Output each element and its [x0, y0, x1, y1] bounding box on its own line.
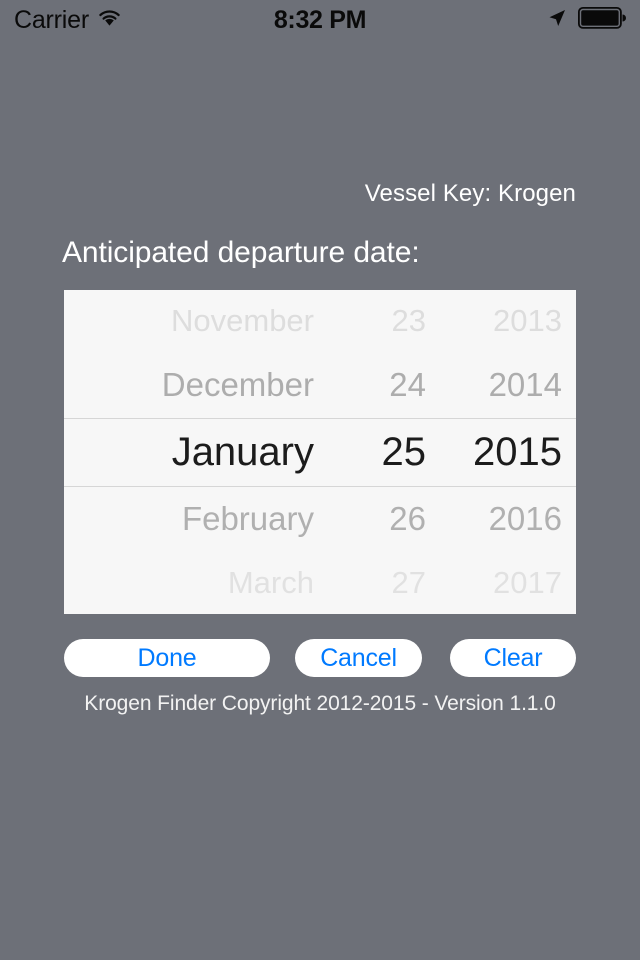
date-picker-rows[interactable]: November 23 2013 December 24 2014 Januar… [64, 290, 576, 614]
picker-selection-line-top [64, 418, 576, 419]
clock-label: 8:32 PM [273, 5, 367, 34]
status-bar-center: 8:32 PM [273, 5, 367, 35]
carrier-label: Carrier [14, 5, 89, 34]
page-title: Anticipated departure date: [62, 236, 420, 269]
picker-year-cell[interactable]: 2014 [442, 366, 576, 404]
picker-row-selected[interactable]: January 25 2015 [64, 418, 576, 486]
picker-year-cell[interactable]: 2016 [442, 500, 576, 538]
wifi-icon [97, 8, 122, 32]
picker-selection-line-bottom [64, 486, 576, 487]
picker-year-selected[interactable]: 2015 [442, 430, 576, 475]
status-bar-left: Carrier [14, 6, 274, 35]
picker-row[interactable]: December 24 2014 [64, 352, 576, 418]
status-bar-right [366, 6, 627, 34]
cancel-button[interactable]: Cancel [295, 639, 422, 677]
picker-day-cell[interactable]: 27 [332, 565, 442, 601]
location-arrow-icon [547, 8, 567, 33]
copyright-label: Krogen Finder Copyright 2012-2015 - Vers… [84, 692, 556, 715]
status-bar: Carrier 8:32 PM [0, 0, 640, 40]
picker-day-selected[interactable]: 25 [332, 430, 442, 475]
picker-month-selected[interactable]: January [64, 430, 332, 475]
picker-day-cell[interactable]: 24 [332, 366, 442, 404]
picker-row[interactable]: November 23 2013 [64, 290, 576, 352]
picker-day-cell[interactable]: 23 [332, 303, 442, 339]
picker-month-cell[interactable]: November [64, 303, 332, 339]
picker-row[interactable]: March 27 2017 [64, 552, 576, 614]
picker-year-cell[interactable]: 2017 [442, 565, 576, 601]
picker-month-cell[interactable]: December [64, 366, 332, 404]
picker-month-cell[interactable]: February [64, 500, 332, 538]
button-bar: Done Cancel Clear [64, 639, 576, 677]
vessel-key-label: Vessel Key: Krogen [364, 180, 576, 207]
picker-day-cell[interactable]: 26 [332, 500, 442, 538]
picker-row[interactable]: February 26 2016 [64, 486, 576, 552]
picker-year-cell[interactable]: 2013 [442, 303, 576, 339]
done-button[interactable]: Done [64, 639, 270, 677]
picker-month-cell[interactable]: March [64, 565, 332, 601]
clear-button[interactable]: Clear [450, 639, 576, 677]
battery-full-icon [578, 6, 627, 34]
date-picker[interactable]: November 23 2013 December 24 2014 Januar… [64, 290, 576, 614]
